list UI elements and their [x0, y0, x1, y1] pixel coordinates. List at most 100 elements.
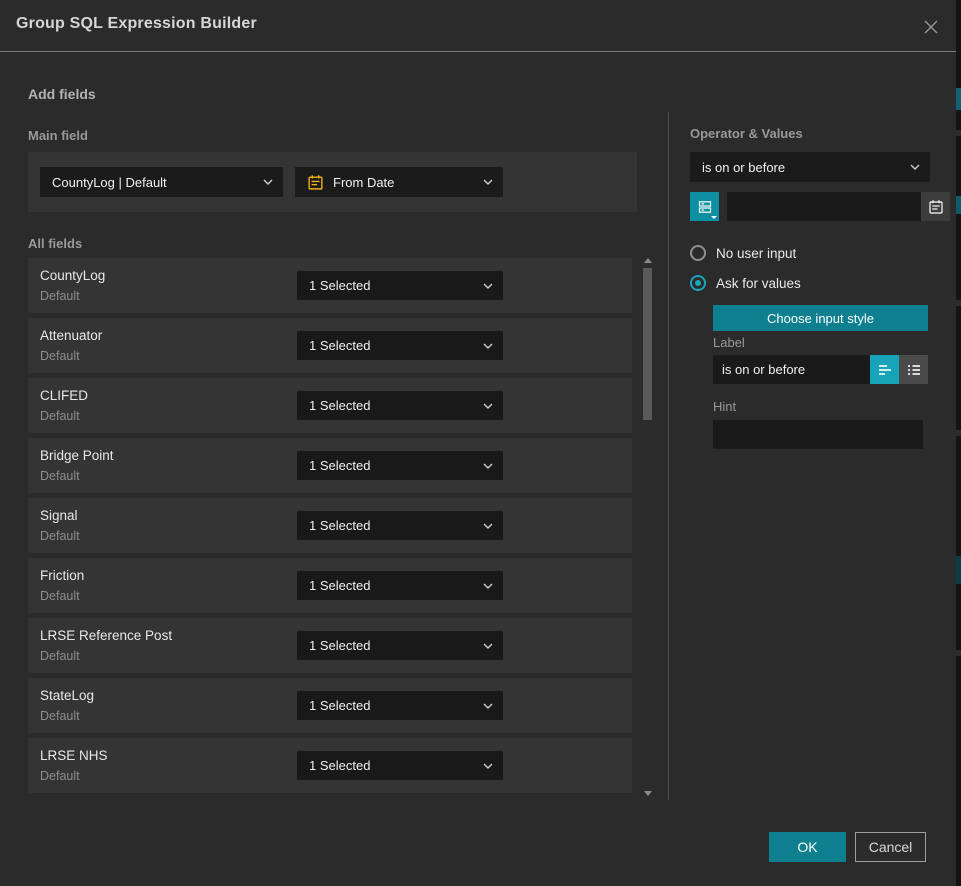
list-style-button[interactable] — [899, 355, 928, 384]
chevron-down-icon — [263, 179, 273, 185]
edge-fragment — [956, 300, 961, 306]
field-subtitle: Default — [40, 409, 80, 423]
field-name: Signal — [40, 508, 78, 523]
field-values-select[interactable]: 1 Selected — [297, 451, 503, 480]
field-values-select-value: 1 Selected — [309, 638, 370, 653]
field-values-select-value: 1 Selected — [309, 458, 370, 473]
calendar-icon — [928, 199, 944, 215]
choose-input-style-button[interactable]: Choose input style — [713, 305, 928, 331]
caret-down-icon — [711, 216, 717, 219]
field-name: Friction — [40, 568, 84, 583]
radio-no-user-input[interactable]: No user input — [690, 245, 796, 261]
calendar-icon — [307, 174, 324, 191]
value-entry-row — [690, 192, 930, 221]
field-name: Bridge Point — [40, 448, 114, 463]
scroll-down-arrow-icon[interactable] — [644, 791, 652, 796]
align-left-icon — [878, 364, 892, 376]
field-row: Attenuator Default 1 Selected — [28, 318, 632, 373]
dialog-title: Group SQL Expression Builder — [16, 15, 257, 33]
edge-fragment — [956, 196, 961, 214]
field-values-select-value: 1 Selected — [309, 578, 370, 593]
group-sql-expression-builder-screen: Group SQL Expression Builder Add fields … — [0, 0, 961, 886]
scrollbar-thumb[interactable] — [643, 268, 652, 420]
date-picker-button[interactable] — [921, 192, 950, 221]
hint-input[interactable] — [713, 420, 923, 449]
cancel-button[interactable]: Cancel — [855, 832, 926, 862]
operator-values-label: Operator & Values — [690, 126, 803, 141]
field-values-select-value: 1 Selected — [309, 278, 370, 293]
field-values-select[interactable]: 1 Selected — [297, 331, 503, 360]
edge-fragment — [956, 130, 961, 136]
main-field-select-value: From Date — [333, 175, 394, 190]
edge-fragment — [956, 556, 961, 584]
field-subtitle: Default — [40, 649, 80, 663]
field-values-select[interactable]: 1 Selected — [297, 571, 503, 600]
ok-button[interactable]: OK — [769, 832, 846, 862]
field-subtitle: Default — [40, 469, 80, 483]
field-row: CountyLog Default 1 Selected — [28, 258, 632, 313]
bulleted-list-icon — [907, 364, 921, 376]
group-sql-expression-builder-dialog: Group SQL Expression Builder Add fields … — [0, 0, 956, 886]
value-input[interactable] — [727, 192, 921, 221]
chevron-down-icon — [483, 643, 493, 649]
field-subtitle: Default — [40, 349, 80, 363]
radio-circle-icon — [690, 245, 706, 261]
field-values-select[interactable]: 1 Selected — [297, 631, 503, 660]
all-fields-label: All fields — [28, 236, 82, 251]
field-values-select[interactable]: 1 Selected — [297, 511, 503, 540]
field-name: StateLog — [40, 688, 94, 703]
list-scrollbar[interactable] — [643, 258, 653, 798]
label-input[interactable] — [713, 355, 870, 384]
stacked-input-type-icon — [697, 199, 713, 215]
value-type-button[interactable] — [690, 192, 719, 221]
field-values-select-value: 1 Selected — [309, 398, 370, 413]
radio-selected-icon — [690, 275, 706, 291]
add-fields-heading: Add fields — [28, 86, 96, 102]
field-values-select-value: 1 Selected — [309, 518, 370, 533]
layer-select-value: CountyLog | Default — [52, 175, 167, 190]
chevron-down-icon — [483, 403, 493, 409]
all-fields-list: CountyLog Default 1 Selected Attenuator … — [28, 258, 632, 795]
field-subtitle: Default — [40, 589, 80, 603]
chevron-down-icon — [483, 463, 493, 469]
field-values-select[interactable]: 1 Selected — [297, 271, 503, 300]
field-row: Signal Default 1 Selected — [28, 498, 632, 553]
close-icon — [923, 19, 939, 35]
field-name: CountyLog — [40, 268, 105, 283]
edge-fragment — [956, 88, 961, 110]
field-subtitle: Default — [40, 769, 80, 783]
field-values-select[interactable]: 1 Selected — [297, 391, 503, 420]
field-row: LRSE Reference Post Default 1 Selected — [28, 618, 632, 673]
main-field-select[interactable]: From Date — [295, 167, 503, 197]
field-subtitle: Default — [40, 529, 80, 543]
close-button[interactable] — [920, 16, 942, 38]
field-values-select-value: 1 Selected — [309, 338, 370, 353]
field-subtitle: Default — [40, 709, 80, 723]
field-row: StateLog Default 1 Selected — [28, 678, 632, 733]
field-name: LRSE Reference Post — [40, 628, 172, 643]
chevron-down-icon — [483, 179, 493, 185]
field-row: CLIFED Default 1 Selected — [28, 378, 632, 433]
dialog-titlebar: Group SQL Expression Builder — [0, 0, 956, 52]
scroll-up-arrow-icon[interactable] — [644, 258, 652, 263]
chevron-down-icon — [483, 343, 493, 349]
field-values-select-value: 1 Selected — [309, 698, 370, 713]
operator-select-value: is on or before — [702, 160, 785, 175]
layer-select[interactable]: CountyLog | Default — [40, 167, 283, 197]
chevron-down-icon — [483, 763, 493, 769]
field-name: CLIFED — [40, 388, 88, 403]
label-entry-row — [713, 355, 928, 384]
single-line-style-button[interactable] — [870, 355, 899, 384]
radio-ask-for-values[interactable]: Ask for values — [690, 275, 801, 291]
main-field-panel: CountyLog | Default From Date — [28, 152, 637, 212]
field-values-select[interactable]: 1 Selected — [297, 751, 503, 780]
field-subtitle: Default — [40, 289, 80, 303]
operator-select[interactable]: is on or before — [690, 152, 930, 182]
field-row: Friction Default 1 Selected — [28, 558, 632, 613]
field-values-select[interactable]: 1 Selected — [297, 691, 503, 720]
edge-fragment — [956, 430, 961, 436]
chevron-down-icon — [483, 703, 493, 709]
radio-no-user-input-label: No user input — [716, 246, 796, 261]
panel-divider — [668, 112, 669, 800]
field-row: Bridge Point Default 1 Selected — [28, 438, 632, 493]
